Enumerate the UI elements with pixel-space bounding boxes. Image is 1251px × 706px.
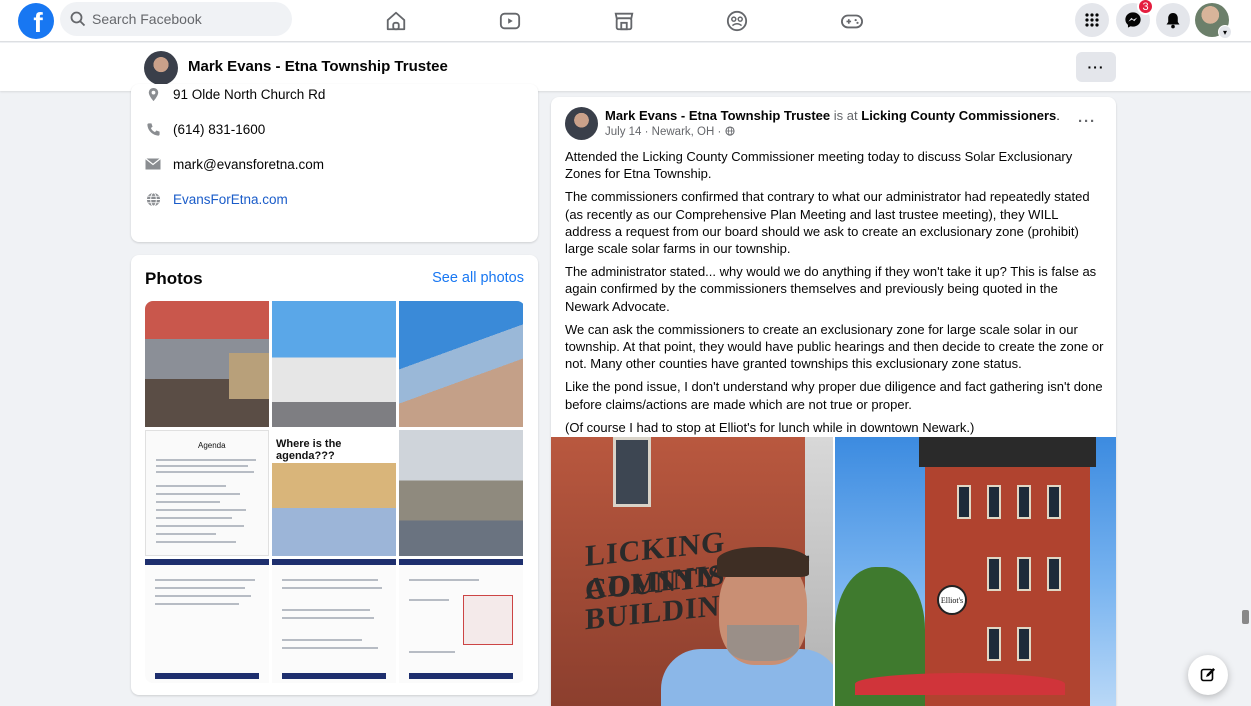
- post-paragraph: Attended the Licking County Commissioner…: [565, 149, 1073, 182]
- agenda-question-text: Where is the agenda???: [276, 438, 342, 462]
- photos-card: Photos See all photos Agenda Where is th…: [131, 255, 538, 695]
- building-window: [613, 437, 651, 507]
- photo-thumbnail[interactable]: [272, 301, 396, 427]
- brick-building: [925, 437, 1090, 706]
- post-paragraph: Like the pond issue, I don't understand …: [565, 379, 1103, 412]
- photo-thumbnail[interactable]: [145, 301, 269, 427]
- photo-thumbnail[interactable]: Where is the agenda???: [272, 430, 396, 556]
- facebook-logo[interactable]: f: [18, 3, 54, 39]
- post-place-name[interactable]: Licking County Commissioners: [861, 108, 1056, 123]
- bell-icon: [1166, 12, 1180, 28]
- messenger-button[interactable]: 3: [1116, 0, 1154, 37]
- phone-row: (614) 831-1600: [145, 121, 265, 137]
- video-icon[interactable]: [495, 6, 525, 36]
- photos-grid: Agenda Where is the agenda???: [145, 301, 525, 683]
- search-box[interactable]: [60, 2, 292, 36]
- phone-number[interactable]: (614) 831-1600: [173, 122, 265, 137]
- envelope-icon: [145, 156, 161, 172]
- post-checkin-text: is at: [833, 108, 858, 123]
- compose-icon: [1200, 668, 1215, 682]
- notifications-button[interactable]: [1156, 3, 1190, 37]
- location-pin-icon: [145, 86, 161, 102]
- post-location[interactable]: Newark, OH: [652, 126, 715, 138]
- post-header: Mark Evans - Etna Township Trustee is at…: [605, 108, 1060, 123]
- post-paragraph: We can ask the commissioners to create a…: [565, 321, 1104, 372]
- post-paragraph: The commissioners confirmed that contrar…: [565, 189, 1090, 257]
- address-text: 91 Olde North Church Rd: [173, 86, 326, 102]
- post-paragraph: The administrator stated... why would we…: [565, 264, 1097, 314]
- post-more-button[interactable]: ···: [1078, 113, 1096, 130]
- grid-icon: [1085, 13, 1099, 27]
- post-meta: July 14 · Newark, OH ·: [605, 126, 735, 138]
- home-icon[interactable]: [381, 6, 411, 36]
- search-input[interactable]: [92, 11, 272, 27]
- see-all-photos-link[interactable]: See all photos: [432, 270, 524, 286]
- photo-thumbnail[interactable]: [272, 559, 396, 683]
- photo-thumbnail[interactable]: [145, 559, 269, 683]
- post-date[interactable]: July 14: [605, 126, 641, 138]
- post-text: Attended the Licking County Commissioner…: [565, 148, 1105, 442]
- email-row: mark@evansforetna.com: [145, 156, 324, 172]
- elliots-logo: Elliot's: [937, 585, 967, 615]
- notification-badge: 3: [1137, 0, 1154, 15]
- top-navigation: f 3 ▾: [0, 0, 1251, 42]
- agenda-heading: Agenda: [198, 441, 226, 450]
- post-photo-building[interactable]: Elliot's: [835, 437, 1116, 706]
- website-row: EvansForEtna.com: [145, 191, 288, 207]
- website-link[interactable]: EvansForEtna.com: [173, 192, 288, 207]
- globe-icon: [724, 126, 735, 136]
- intro-card: 91 Olde North Church Rd (614) 831-1600 m…: [131, 84, 538, 242]
- messenger-icon: [1125, 12, 1141, 28]
- page-name[interactable]: Mark Evans - Etna Township Trustee: [188, 58, 448, 75]
- account-avatar[interactable]: ▾: [1195, 3, 1232, 39]
- post-author-name[interactable]: Mark Evans - Etna Township Trustee: [605, 108, 830, 123]
- red-umbrellas: [855, 673, 1065, 695]
- post-author-avatar[interactable]: [565, 107, 598, 140]
- photo-thumbnail[interactable]: Agenda: [145, 430, 269, 556]
- scrollbar-thumb[interactable]: [1242, 610, 1249, 624]
- new-message-button[interactable]: [1188, 655, 1228, 695]
- photo-thumbnail[interactable]: [399, 301, 523, 427]
- post-photo-selfie[interactable]: LICKING COUNTY ADMINISTRAT BUILDING: [551, 437, 833, 706]
- marketplace-icon[interactable]: [609, 6, 639, 36]
- search-icon: [70, 11, 86, 27]
- groups-icon[interactable]: [722, 6, 752, 36]
- photo-thumbnail[interactable]: [399, 430, 523, 556]
- page-scrollbar[interactable]: [1241, 45, 1249, 706]
- gaming-icon[interactable]: [837, 6, 867, 36]
- photo-thumbnail[interactable]: [399, 559, 523, 683]
- globe-icon: [145, 191, 161, 207]
- email-address[interactable]: mark@evansforetna.com: [173, 157, 324, 172]
- page-avatar[interactable]: [144, 51, 178, 85]
- menu-grid-button[interactable]: [1075, 3, 1109, 37]
- chevron-down-icon: ▾: [1218, 25, 1232, 39]
- phone-icon: [145, 121, 161, 137]
- photos-title: Photos: [145, 269, 203, 288]
- address-row: 91 Olde North Church Rd: [145, 86, 325, 102]
- more-options-button[interactable]: ···: [1076, 52, 1116, 82]
- post-card: Mark Evans - Etna Township Trustee is at…: [551, 97, 1116, 706]
- post-paragraph: (Of course I had to stop at Elliot's for…: [565, 419, 975, 435]
